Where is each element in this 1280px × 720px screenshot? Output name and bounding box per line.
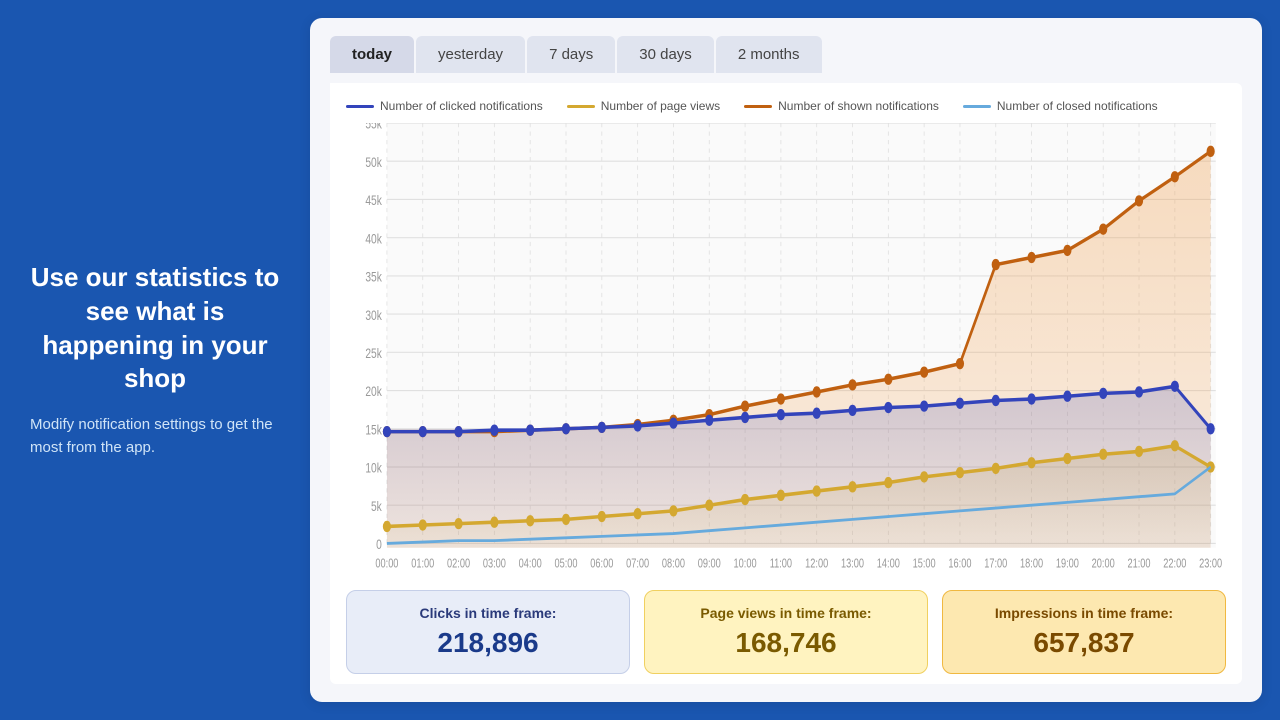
svg-text:09:00: 09:00 <box>698 557 721 571</box>
svg-text:22:00: 22:00 <box>1163 557 1186 571</box>
svg-text:05:00: 05:00 <box>554 557 577 571</box>
svg-text:35k: 35k <box>365 269 382 285</box>
legend-closed-label: Number of closed notifications <box>997 99 1158 113</box>
svg-text:23:00: 23:00 <box>1199 557 1222 571</box>
svg-text:40k: 40k <box>365 231 382 247</box>
svg-text:5k: 5k <box>371 498 382 514</box>
legend-clicked-line <box>346 105 374 108</box>
tab-bar: today yesterday 7 days 30 days 2 months <box>330 36 1242 73</box>
svg-text:30k: 30k <box>365 307 382 323</box>
legend-pageviews-line <box>567 105 595 108</box>
legend-pageviews: Number of page views <box>567 99 720 113</box>
left-panel: Use our statistics to see what is happen… <box>0 0 310 720</box>
stat-clicks: Clicks in time frame: 218,896 <box>346 590 630 674</box>
tab-7days[interactable]: 7 days <box>527 36 615 73</box>
stat-clicks-label: Clicks in time frame: <box>363 605 613 621</box>
svg-text:20:00: 20:00 <box>1092 557 1115 571</box>
legend-closed: Number of closed notifications <box>963 99 1158 113</box>
stat-impressions-label: Impressions in time frame: <box>959 605 1209 621</box>
svg-text:15:00: 15:00 <box>913 557 936 571</box>
svg-text:12:00: 12:00 <box>805 557 828 571</box>
main-heading: Use our statistics to see what is happen… <box>30 261 280 396</box>
svg-text:45k: 45k <box>365 192 382 208</box>
svg-text:21:00: 21:00 <box>1128 557 1151 571</box>
svg-text:14:00: 14:00 <box>877 557 900 571</box>
svg-text:50k: 50k <box>365 154 382 170</box>
stat-impressions: Impressions in time frame: 657,837 <box>942 590 1226 674</box>
tab-30days[interactable]: 30 days <box>617 36 714 73</box>
tab-today[interactable]: today <box>330 36 414 73</box>
stat-pageviews-value: 168,746 <box>661 627 911 659</box>
main-chart: 55k 50k 45k 40k 35k 30k 25k 20k 15k 10k … <box>346 123 1226 576</box>
legend-pageviews-label: Number of page views <box>601 99 720 113</box>
svg-text:20k: 20k <box>365 384 382 400</box>
legend-shown: Number of shown notifications <box>744 99 939 113</box>
legend-shown-label: Number of shown notifications <box>778 99 939 113</box>
svg-text:55k: 55k <box>365 123 382 132</box>
svg-text:18:00: 18:00 <box>1020 557 1043 571</box>
svg-text:11:00: 11:00 <box>770 557 792 571</box>
tab-2months[interactable]: 2 months <box>716 36 822 73</box>
chart-area: Number of clicked notifications Number o… <box>330 83 1242 684</box>
svg-text:10:00: 10:00 <box>734 557 757 571</box>
svg-text:17:00: 17:00 <box>984 557 1007 571</box>
right-panel: today yesterday 7 days 30 days 2 months … <box>310 18 1262 702</box>
stat-clicks-value: 218,896 <box>363 627 613 659</box>
svg-text:10k: 10k <box>365 460 382 476</box>
chart-legend: Number of clicked notifications Number o… <box>346 99 1226 113</box>
stats-row: Clicks in time frame: 218,896 Page views… <box>346 590 1226 674</box>
svg-text:04:00: 04:00 <box>519 557 542 571</box>
svg-text:00:00: 00:00 <box>375 557 398 571</box>
chart-container: 55k 50k 45k 40k 35k 30k 25k 20k 15k 10k … <box>346 123 1226 576</box>
tab-yesterday[interactable]: yesterday <box>416 36 525 73</box>
svg-text:08:00: 08:00 <box>662 557 685 571</box>
svg-text:16:00: 16:00 <box>948 557 971 571</box>
svg-text:0: 0 <box>376 536 382 552</box>
svg-text:13:00: 13:00 <box>841 557 864 571</box>
legend-clicked-label: Number of clicked notifications <box>380 99 543 113</box>
main-description: Modify notification settings to get the … <box>30 414 280 459</box>
svg-text:01:00: 01:00 <box>411 557 434 571</box>
svg-text:25k: 25k <box>365 345 382 361</box>
legend-clicked: Number of clicked notifications <box>346 99 543 113</box>
stat-pageviews: Page views in time frame: 168,746 <box>644 590 928 674</box>
legend-shown-line <box>744 105 772 108</box>
svg-text:15k: 15k <box>365 422 382 438</box>
svg-text:02:00: 02:00 <box>447 557 470 571</box>
svg-text:07:00: 07:00 <box>626 557 649 571</box>
svg-text:06:00: 06:00 <box>590 557 613 571</box>
svg-text:03:00: 03:00 <box>483 557 506 571</box>
legend-closed-line <box>963 105 991 108</box>
stat-pageviews-label: Page views in time frame: <box>661 605 911 621</box>
stat-impressions-value: 657,837 <box>959 627 1209 659</box>
svg-text:19:00: 19:00 <box>1056 557 1079 571</box>
